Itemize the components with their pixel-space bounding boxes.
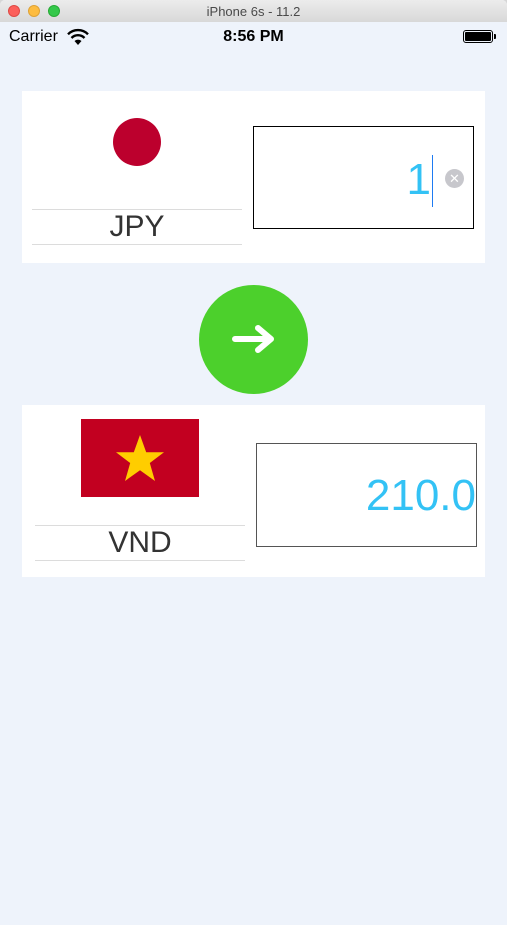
clear-icon[interactable]: ✕ (445, 169, 464, 188)
battery-icon (463, 30, 496, 43)
clock-label: 8:56 PM (223, 28, 284, 45)
source-amount-input[interactable] (281, 155, 431, 205)
star-icon (116, 435, 164, 481)
status-bar: Carrier 8:56 PM (0, 22, 507, 52)
arrow-right-icon (232, 325, 274, 353)
source-currency-code[interactable]: JPY (32, 210, 242, 244)
divider (35, 560, 245, 561)
simulator-window: iPhone 6s - 11.2 Carrier 8:56 PM JPY ✕ (0, 0, 507, 925)
source-amount-field[interactable]: ✕ (253, 126, 474, 229)
source-currency-card: JPY ✕ (22, 91, 485, 263)
window-title: iPhone 6s - 11.2 (206, 4, 301, 19)
text-cursor (432, 155, 433, 207)
divider (32, 244, 242, 245)
japan-flag-icon[interactable] (113, 118, 161, 166)
target-currency-code[interactable]: VND (35, 526, 245, 560)
converted-amount: 210.0 (365, 471, 476, 520)
convert-button[interactable] (199, 285, 308, 394)
window-titlebar: iPhone 6s - 11.2 (0, 0, 507, 23)
target-amount-field: 210.0 (256, 443, 477, 547)
target-currency-card: VND 210.0 (22, 405, 485, 577)
vietnam-flag-icon[interactable] (81, 419, 199, 497)
